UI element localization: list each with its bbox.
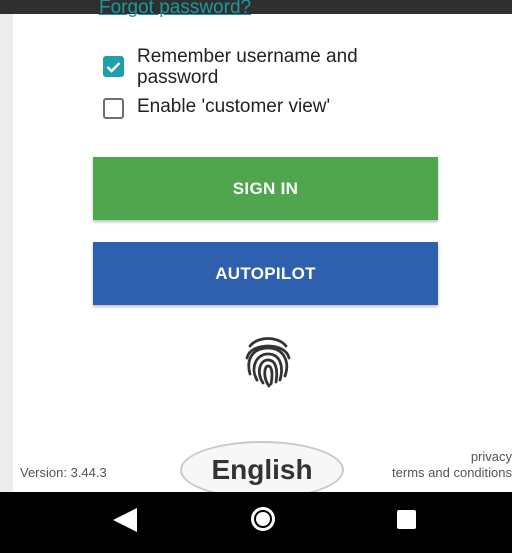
privacy-link[interactable]: privacy	[471, 449, 512, 464]
back-triangle-icon[interactable]	[113, 508, 137, 532]
sign-in-button[interactable]: SIGN IN	[93, 157, 438, 220]
language-selector[interactable]: English	[180, 441, 344, 499]
home-circle-icon[interactable]	[251, 507, 275, 531]
fingerprint-icon[interactable]	[238, 330, 298, 390]
recents-square-icon[interactable]	[397, 510, 416, 529]
terms-link[interactable]: terms and conditions	[392, 465, 512, 480]
customer-view-label: Enable 'customer view'	[137, 96, 331, 117]
remember-checkbox-row[interactable]: Remember username and password	[103, 46, 397, 88]
customer-view-checkbox[interactable]	[103, 98, 124, 119]
autopilot-button[interactable]: AUTOPILOT	[93, 242, 438, 305]
version-text: Version: 3.44.3	[20, 465, 107, 480]
checkmark-icon	[106, 61, 121, 73]
remember-label: Remember username and password	[137, 46, 358, 88]
customer-view-checkbox-row[interactable]: Enable 'customer view'	[103, 96, 397, 119]
android-nav-bar	[0, 492, 512, 553]
left-gutter	[0, 14, 13, 492]
remember-checkbox[interactable]	[103, 56, 124, 77]
forgot-password-link[interactable]: Forgot password?	[99, 0, 251, 19]
status-bar	[0, 0, 512, 14]
